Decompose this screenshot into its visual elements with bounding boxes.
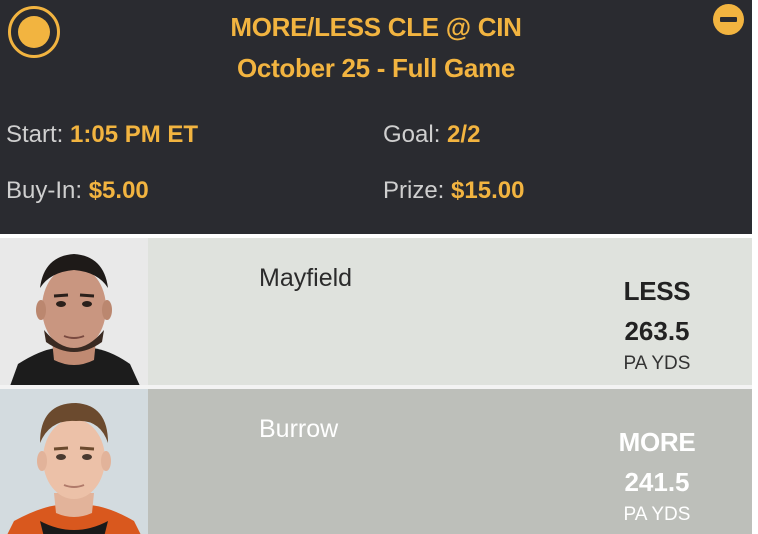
contest-title: MORE/LESS CLE @ CIN [230, 12, 522, 42]
pick-direction[interactable]: LESS [560, 276, 754, 307]
goal-info: Goal: 2/2 [383, 121, 480, 149]
player-photo [0, 238, 148, 386]
prize-info: Prize: $15.00 [383, 177, 524, 205]
start-info: Start: 1:05 PM ET [6, 121, 198, 149]
pick-stat-type: PA YDS [623, 504, 691, 525]
contest-subtitle: October 25 - Full Game [236, 53, 516, 83]
prize-label: Prize: [383, 177, 445, 204]
start-value: 1:05 PM ET [70, 121, 199, 148]
player-name: Burrow [259, 415, 339, 443]
player-name: Mayfield [259, 264, 353, 292]
player-photo [0, 389, 148, 534]
minus-bar [720, 17, 737, 22]
pick-line: 241.5 [624, 467, 690, 497]
pick-row[interactable]: Mayfield LESS 263.5 PA YDS [0, 238, 752, 386]
start-label: Start: [6, 121, 64, 148]
pick-direction[interactable]: MORE [560, 427, 754, 458]
pick-row[interactable]: Burrow MORE 241.5 PA YDS [0, 389, 752, 534]
collapse-minus-icon[interactable] [713, 4, 744, 35]
goal-label: Goal: [383, 121, 441, 148]
buyin-value: $5.00 [88, 177, 149, 204]
pick-line: 263.5 [624, 316, 690, 346]
goal-value: 2/2 [447, 121, 481, 148]
prize-value: $15.00 [451, 177, 525, 204]
pick-stat-type: PA YDS [623, 353, 691, 374]
contest-header: MORE/LESS CLE @ CIN October 25 - Full Ga… [0, 0, 752, 234]
buyin-info: Buy-In: $5.00 [6, 177, 149, 205]
buyin-label: Buy-In: [6, 177, 83, 204]
